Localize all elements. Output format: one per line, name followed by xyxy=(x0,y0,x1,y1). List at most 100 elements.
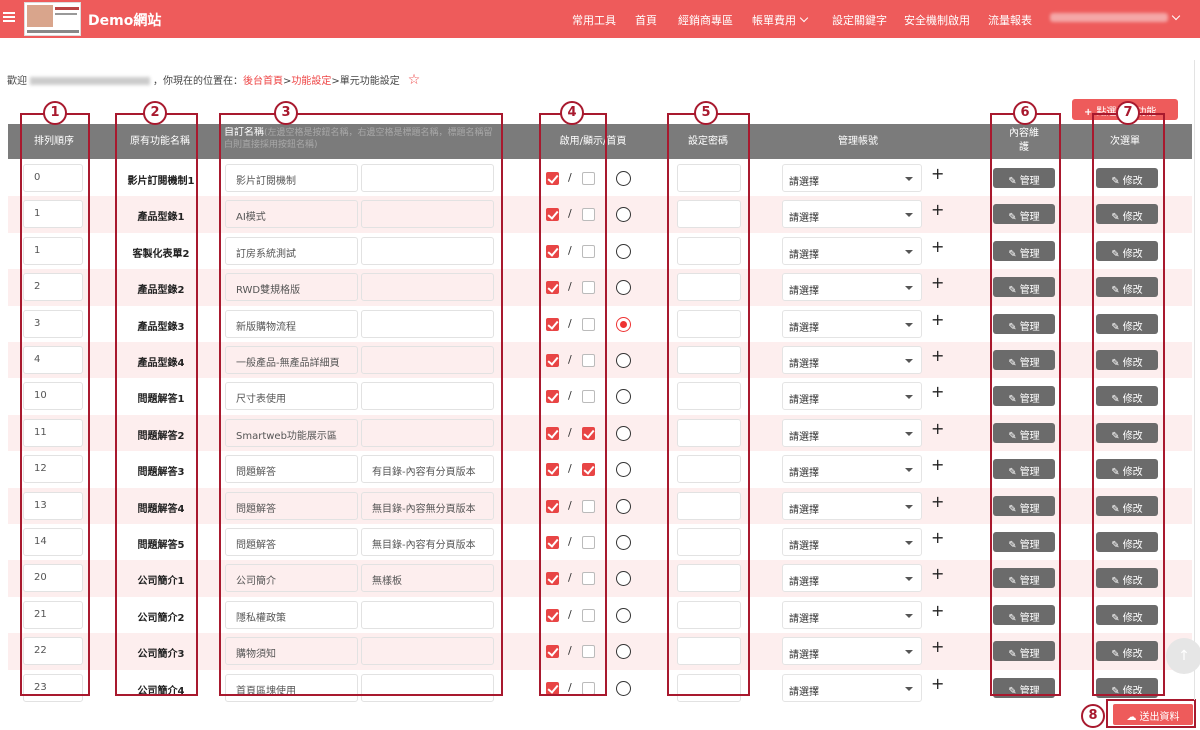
caret-down-icon xyxy=(905,577,913,582)
breadcrumb-link-function-settings[interactable]: 功能設定 xyxy=(291,76,331,87)
caret-down-icon xyxy=(905,249,913,254)
favorite-star-icon[interactable]: ☆ xyxy=(408,72,421,88)
caret-down-icon xyxy=(905,650,913,655)
caret-down-icon xyxy=(905,504,913,509)
add-admin-icon[interactable]: + xyxy=(931,455,944,474)
add-admin-icon[interactable]: + xyxy=(931,273,944,292)
welcome-text: 歡迎 xyxy=(7,76,27,87)
admin-account-select[interactable]: 請選擇 xyxy=(782,637,922,666)
nav-common-tools[interactable]: 常用工具 xyxy=(572,12,616,28)
add-admin-icon[interactable]: + xyxy=(931,492,944,511)
chevron-down-icon xyxy=(799,13,809,23)
nav-traffic-report[interactable]: 流量報表 xyxy=(988,12,1032,28)
add-admin-icon[interactable]: + xyxy=(931,382,944,401)
add-admin-icon[interactable]: + xyxy=(931,674,944,693)
scroll-to-top-icon[interactable]: ↑ xyxy=(1166,638,1200,674)
homepage-radio[interactable] xyxy=(616,316,631,332)
submit-button[interactable]: ☁ 送出資料 xyxy=(1113,704,1193,725)
homepage-radio[interactable] xyxy=(616,462,631,478)
admin-account-select[interactable]: 請選擇 xyxy=(782,382,922,411)
add-admin-icon[interactable]: + xyxy=(931,637,944,656)
annotation-box-submenu xyxy=(1092,113,1165,696)
site-logo[interactable] xyxy=(24,2,81,36)
add-admin-icon[interactable]: + xyxy=(931,601,944,620)
homepage-radio[interactable] xyxy=(616,280,631,296)
caret-down-icon xyxy=(905,468,913,473)
add-admin-icon[interactable]: + xyxy=(931,164,944,183)
admin-account-select[interactable]: 請選擇 xyxy=(782,236,922,265)
add-admin-icon[interactable]: + xyxy=(931,419,944,438)
admin-select-value: 請選擇 xyxy=(789,541,819,552)
breadcrumb-link-admin-home[interactable]: 後台首頁 xyxy=(243,76,283,87)
nav-keywords[interactable]: 設定關鍵字 xyxy=(832,12,887,28)
admin-account-select[interactable]: 請選擇 xyxy=(782,528,922,556)
admin-account-select[interactable]: 請選擇 xyxy=(782,491,922,520)
annotation-box-password xyxy=(667,113,750,696)
admin-account-select[interactable]: 請選擇 xyxy=(782,600,922,629)
admin-select-value: 請選擇 xyxy=(789,686,819,698)
add-admin-icon[interactable]: + xyxy=(931,310,944,329)
caret-down-icon xyxy=(905,395,913,400)
caret-down-icon xyxy=(905,541,913,545)
caret-down-icon xyxy=(905,213,913,218)
admin-account-select[interactable]: 請選擇 xyxy=(782,346,922,374)
site-name[interactable]: Demo網站 xyxy=(88,10,161,30)
homepage-radio[interactable] xyxy=(616,680,631,696)
homepage-radio[interactable] xyxy=(616,607,631,623)
hamburger-menu-icon[interactable] xyxy=(3,12,15,22)
nav-dealer-area[interactable]: 經銷商專區 xyxy=(678,12,733,28)
nav-security[interactable]: 安全機制啟用 xyxy=(904,12,970,28)
nav-billing[interactable]: 帳單費用 xyxy=(752,12,809,28)
nav-home[interactable]: 首頁 xyxy=(635,12,657,28)
location-prefix: ，你現在的位置在： xyxy=(153,76,243,87)
admin-account-select[interactable]: 請選擇 xyxy=(782,564,922,593)
caret-down-icon xyxy=(905,613,913,618)
admin-account-select[interactable]: 請選擇 xyxy=(782,273,922,302)
homepage-radio[interactable] xyxy=(616,353,631,368)
admin-account-select[interactable]: 請選擇 xyxy=(782,164,922,192)
chevron-down-icon xyxy=(1171,11,1181,21)
header-admin: 管理帳號 xyxy=(838,136,878,147)
homepage-radio[interactable] xyxy=(616,644,631,660)
caret-down-icon xyxy=(905,431,913,436)
homepage-radio[interactable] xyxy=(616,243,631,259)
annotation-number-3: 3 xyxy=(274,101,298,125)
admin-account-select[interactable]: 請選擇 xyxy=(782,673,922,702)
admin-select-value: 請選擇 xyxy=(789,468,819,480)
admin-account-select[interactable]: 請選擇 xyxy=(782,200,922,229)
add-admin-icon[interactable]: + xyxy=(931,346,944,365)
admin-select-value: 請選擇 xyxy=(789,504,819,516)
homepage-radio[interactable] xyxy=(616,535,631,550)
annotation-number-6: 6 xyxy=(1013,101,1037,125)
admin-select-value: 請選擇 xyxy=(789,650,819,662)
homepage-radio[interactable] xyxy=(616,498,631,514)
add-admin-icon[interactable]: + xyxy=(931,564,944,583)
breadcrumb-separator: > xyxy=(331,76,340,87)
admin-account-select[interactable]: 請選擇 xyxy=(782,418,922,447)
nav-billing-label: 帳單費用 xyxy=(752,14,796,27)
homepage-radio[interactable] xyxy=(616,207,631,223)
username-blurred xyxy=(30,77,150,85)
admin-account-select[interactable]: 請選擇 xyxy=(782,309,922,338)
admin-select-value: 請選擇 xyxy=(789,395,819,407)
homepage-radio[interactable] xyxy=(616,389,631,405)
admin-select-value: 請選擇 xyxy=(789,577,819,589)
user-account-menu[interactable] xyxy=(1050,11,1181,25)
add-admin-icon[interactable]: + xyxy=(931,237,944,256)
admin-select-value: 請選擇 xyxy=(789,286,819,298)
annotation-box-order xyxy=(20,113,90,696)
scrollbar-track[interactable] xyxy=(1194,60,1195,700)
admin-account-select[interactable]: 請選擇 xyxy=(782,455,922,484)
add-admin-icon[interactable]: + xyxy=(931,528,944,547)
homepage-radio[interactable] xyxy=(616,425,631,441)
homepage-radio[interactable] xyxy=(616,571,631,587)
caret-down-icon xyxy=(905,686,913,691)
annotation-number-8: 8 xyxy=(1081,704,1105,728)
caret-down-icon xyxy=(905,359,913,363)
annotation-number-4: 4 xyxy=(560,101,584,125)
homepage-radio[interactable] xyxy=(616,171,631,186)
add-admin-icon[interactable]: + xyxy=(931,200,944,219)
annotation-box-visibility xyxy=(539,113,607,696)
admin-select-value: 請選擇 xyxy=(789,177,819,188)
admin-select-value: 請選擇 xyxy=(789,322,819,334)
